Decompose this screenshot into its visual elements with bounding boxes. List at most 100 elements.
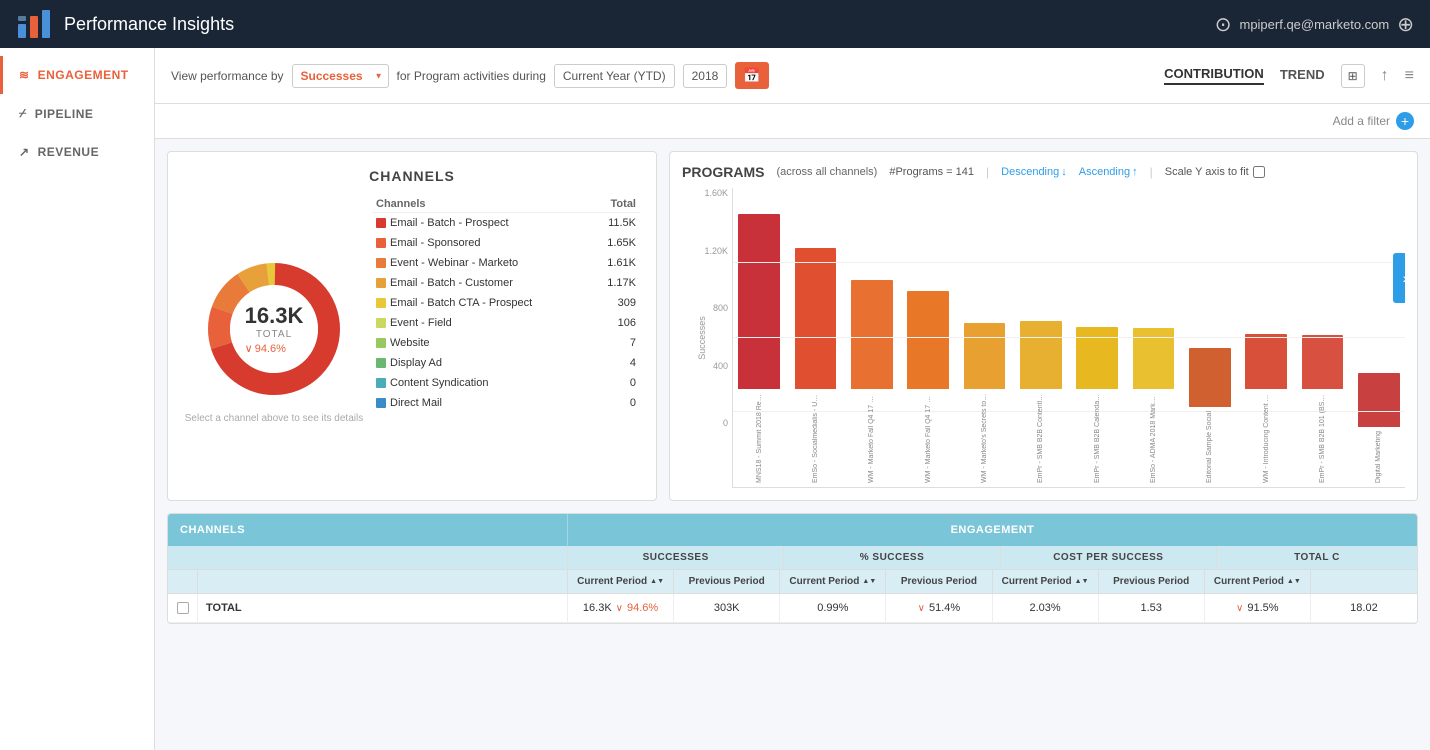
successes-pct-change: 94.6% — [627, 602, 658, 614]
row-successes-previous: 303K — [674, 594, 780, 622]
y-label-0: 1.60K — [704, 188, 728, 198]
period-label: Current Year (YTD) — [554, 64, 675, 88]
sort-ascending-btn[interactable]: Ascending ↑ — [1079, 166, 1138, 178]
filter-settings-button[interactable]: ≡ — [1405, 67, 1414, 85]
app-title: Performance Insights — [64, 14, 234, 35]
sidebar-item-pipeline[interactable]: ⌿ PIPELINE — [0, 94, 154, 133]
channel-value: 106 — [591, 313, 640, 333]
donut-area: 16.3K TOTAL ∨ 94.6% Select a channel abo… — [184, 196, 364, 484]
bottom-table: CHANNELS ENGAGEMENT SUCCESSES % SUCCESS … — [167, 513, 1418, 624]
bar-column[interactable]: WM - Introducing Content AI - USA - Jan … — [1240, 334, 1292, 483]
engagement-icon: ≋ — [19, 68, 30, 82]
bar-column[interactable]: EmSo - ADMA 2018 Marketing Predictions -… — [1127, 328, 1179, 483]
channel-row[interactable]: Event - Webinar - Marketo 1.61K — [372, 253, 640, 273]
bar — [1358, 373, 1400, 427]
sort-down-icon: ↓ — [1061, 166, 1067, 178]
channel-row[interactable]: Email - Batch - Customer 1.17K — [372, 273, 640, 293]
channel-value: 1.17K — [591, 273, 640, 293]
col-sort-icon3[interactable]: ▲▼ — [1075, 578, 1089, 586]
successes-select-wrapper[interactable]: Successes — [292, 64, 389, 88]
bar-label: EmSo - Socialmedialis - USA - Dec 2017 — [812, 393, 819, 483]
programs-count: #Programs = 141 — [889, 166, 974, 178]
channel-row[interactable]: Event - Field 106 — [372, 313, 640, 333]
bar — [907, 291, 949, 389]
donut-pct-value: 94.6% — [255, 343, 286, 355]
row-label-total: TOTAL — [198, 594, 568, 622]
col-channels-header: Channels — [372, 196, 591, 213]
donut-chart: 16.3K TOTAL ∨ 94.6% — [199, 254, 349, 404]
export-button[interactable]: ↑ — [1381, 67, 1389, 85]
subheader-pct-success: % SUCCESS — [784, 546, 1000, 569]
bar-column[interactable]: EmPr - SMB B2B Calendar (BS < 6) - USA -… — [1071, 327, 1123, 483]
nav-right: ⊙ mpiperf.qe@marketo.com ⊕ — [1215, 12, 1414, 37]
channel-row[interactable]: Email - Batch - Prospect 11.5K — [372, 213, 640, 234]
successes-select[interactable]: Successes — [292, 64, 389, 88]
table-data-row-total: TOTAL 16.3K ∨ 94.6% 303K 0.99% ∨ 51.4% 2… — [168, 594, 1417, 623]
pipeline-icon: ⌿ — [19, 106, 27, 121]
channel-name: Email - Batch - Prospect — [372, 213, 591, 234]
table-header-channels: CHANNELS — [168, 514, 568, 546]
view-by-label: View performance by — [171, 69, 284, 83]
next-page-button[interactable]: › — [1393, 253, 1405, 303]
donut-total: 16.3K — [245, 303, 304, 329]
programs-panel: PROGRAMS (across all channels) #Programs… — [669, 151, 1418, 501]
col-sort-icon4[interactable]: ▲▼ — [1287, 578, 1301, 586]
add-filter-label: Add a filter — [1333, 114, 1390, 128]
channel-row[interactable]: Content Syndication 0 — [372, 373, 640, 393]
bar-column[interactable]: WM - Marketo Fall Q4 17 Release - USA - … — [902, 291, 954, 483]
channel-select-hint: Select a channel above to see its detail… — [185, 412, 363, 426]
channel-row[interactable]: Display Ad 4 — [372, 353, 640, 373]
channel-name: Website — [372, 333, 591, 353]
bar-column[interactable]: MNS18 - Summit 2018 Review Announcement … — [733, 214, 785, 483]
channel-row[interactable]: Direct Mail 0 — [372, 393, 640, 413]
nav-menu-icon[interactable]: ⊕ — [1397, 12, 1414, 37]
col-sort-icon2[interactable]: ▲▼ — [862, 578, 876, 586]
channels-table-area: Channels Total Email - Batch - Prospect … — [372, 196, 640, 484]
tab-contribution[interactable]: CONTRIBUTION — [1164, 66, 1264, 85]
col-sort-icon[interactable]: ▲▼ — [650, 578, 664, 586]
bar-column[interactable]: EmPr - SMB B2B 101 (BS 6-49) - USA - Jan… — [1296, 335, 1348, 483]
bar-column[interactable]: Digital Marketing — [1353, 373, 1405, 483]
sidebar-item-revenue[interactable]: ↗ REVENUE — [0, 133, 154, 171]
channel-value: 0 — [591, 393, 640, 413]
sort-descending-label: Descending — [1001, 166, 1059, 178]
calendar-button[interactable]: 📅 — [735, 62, 768, 89]
channel-name: Direct Mail — [372, 393, 591, 413]
checkbox-total[interactable] — [177, 602, 189, 614]
row-checkbox[interactable] — [168, 594, 198, 622]
col-successes-current-label: Current Period — [577, 576, 647, 587]
channel-row[interactable]: Email - Sponsored 1.65K — [372, 233, 640, 253]
cost-pct-val: 91.5% — [1247, 602, 1278, 614]
sidebar: ≋ ENGAGEMENT ⌿ PIPELINE ↗ REVENUE — [0, 48, 155, 750]
top-nav: Performance Insights ⊙ mpiperf.qe@market… — [0, 0, 1430, 48]
toolbar: View performance by Successes for Progra… — [155, 48, 1430, 104]
add-filter-button[interactable]: + — [1396, 112, 1414, 130]
bar-column[interactable]: Editorial Sample Social — [1184, 348, 1236, 483]
sidebar-item-label: ENGAGEMENT — [38, 68, 129, 82]
toolbar-right: CONTRIBUTION TREND ⊞ ↑ ≡ — [1164, 64, 1414, 88]
donut-label: TOTAL — [245, 329, 304, 340]
scale-fit-label: Scale Y axis to fit — [1165, 166, 1249, 178]
col-total-current: Current Period ▲▼ — [1205, 570, 1311, 593]
sidebar-item-label: REVENUE — [38, 145, 100, 159]
scale-fit-checkbox[interactable] — [1253, 166, 1265, 178]
content-area: CHANNELS — [155, 139, 1430, 636]
channel-name: Event - Webinar - Marketo — [372, 253, 591, 273]
channel-name: Email - Sponsored — [372, 233, 591, 253]
channel-row[interactable]: Email - Batch CTA - Prospect 309 — [372, 293, 640, 313]
bar-column[interactable]: WM - Marketo's Secrets to Social Media M… — [958, 323, 1010, 483]
successes-current-val: 16.3K — [583, 602, 612, 614]
bar-column[interactable]: WM - Marketo Fall Q4 17 Release - USA - … — [846, 280, 898, 483]
sort-descending-btn[interactable]: Descending ↓ — [1001, 166, 1067, 178]
nav-left: Performance Insights — [16, 6, 234, 42]
grid-view-button[interactable]: ⊞ — [1341, 64, 1365, 88]
channel-row[interactable]: Website 7 — [372, 333, 640, 353]
tab-trend[interactable]: TREND — [1280, 67, 1325, 84]
y-label-1: 1.20K — [704, 246, 728, 256]
col-total-header: Total — [591, 196, 640, 213]
bar-label: WM - Marketo Fall Q4 17 Release - USA - … — [925, 393, 932, 483]
bar-column[interactable]: EmPr - SMB B2B Contentland Infographic (… — [1015, 321, 1067, 483]
bar-column[interactable]: EmSo - Socialmedialis - USA - Dec 2017 — [789, 248, 841, 483]
sidebar-item-engagement[interactable]: ≋ ENGAGEMENT — [0, 56, 154, 94]
channel-value: 0 — [591, 373, 640, 393]
